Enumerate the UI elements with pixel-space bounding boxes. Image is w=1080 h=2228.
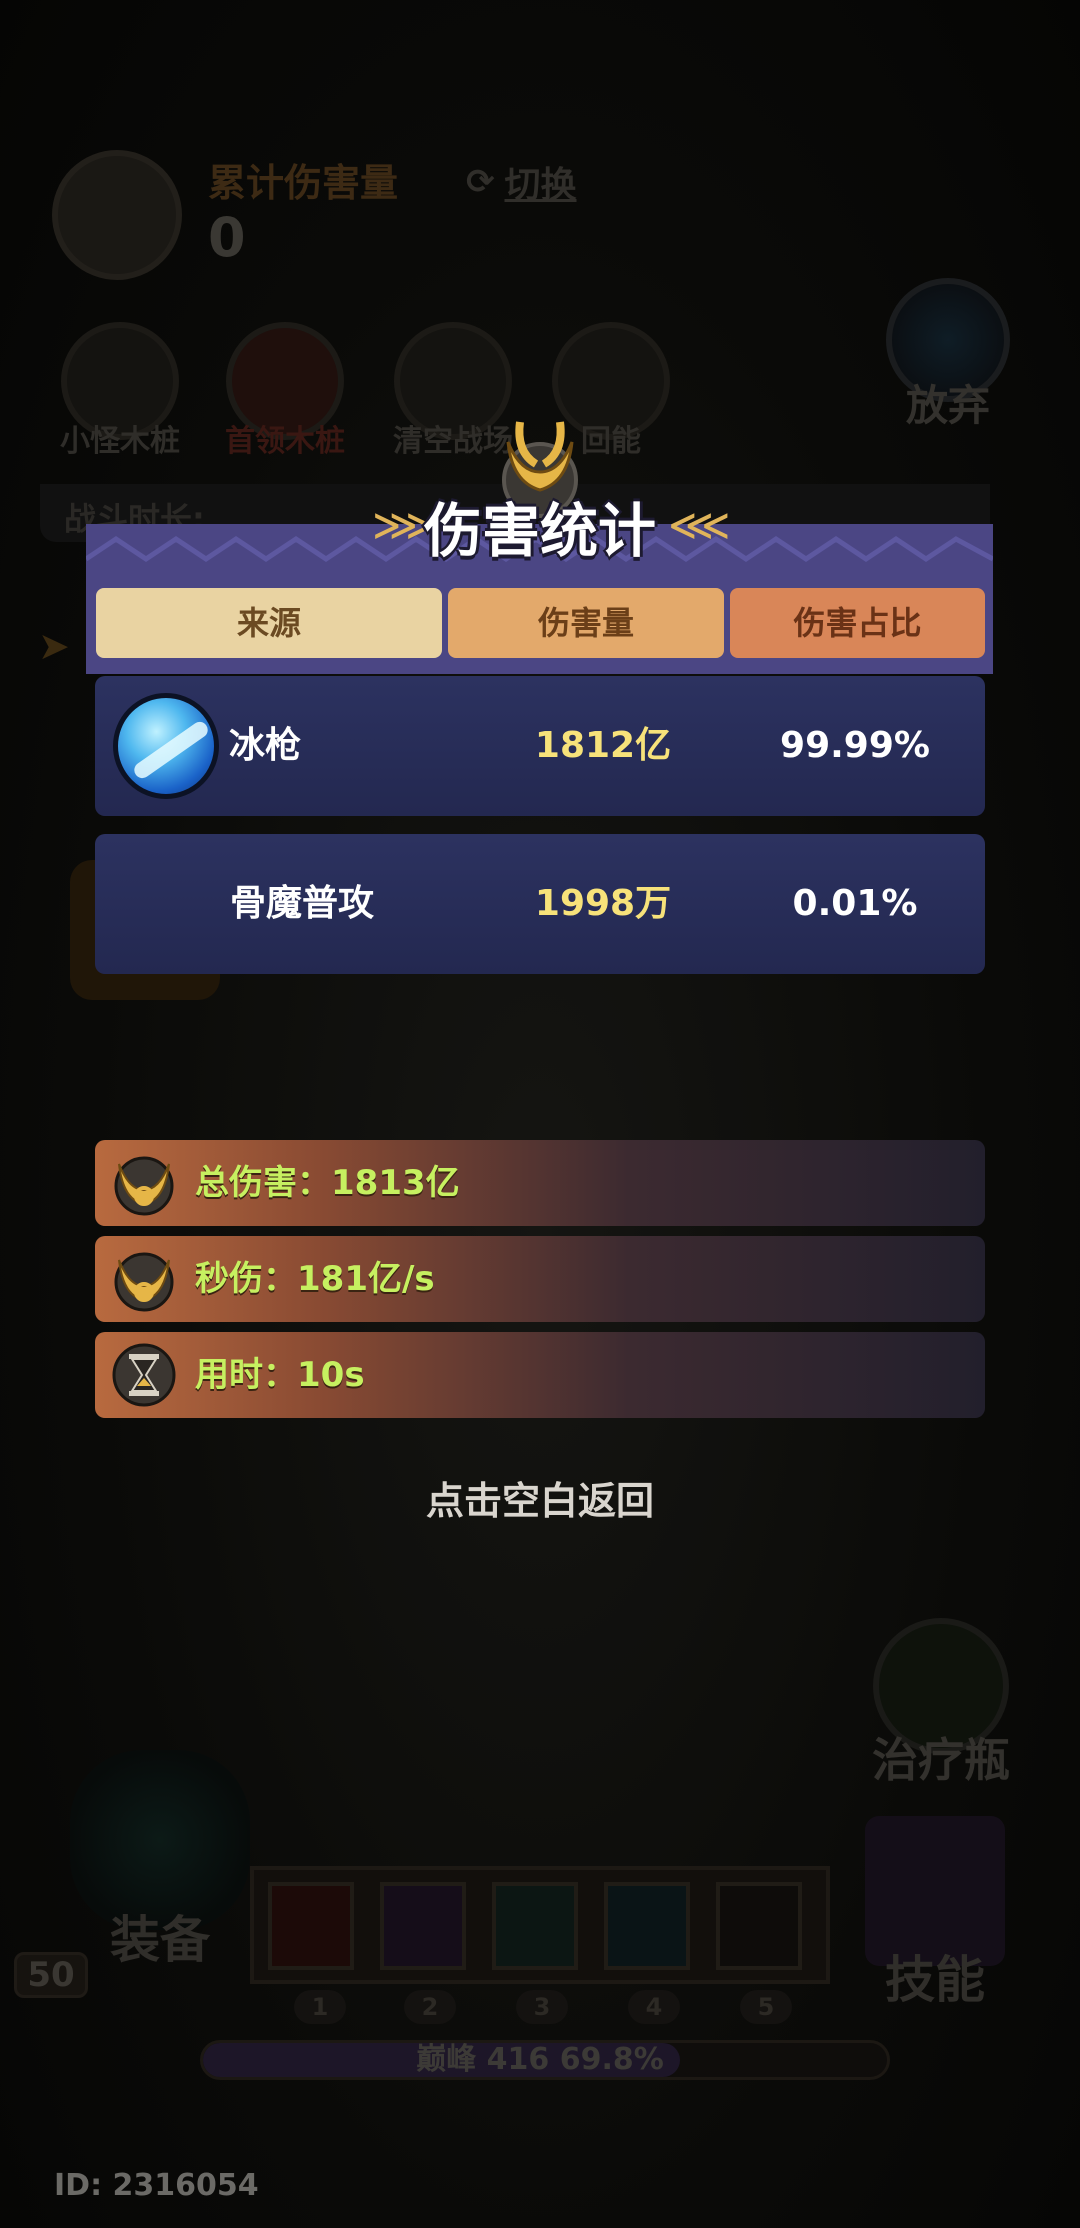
dps-text: 秒伤：181亿/s [195,1259,435,1299]
give-up-button[interactable]: 放弃 [884,278,1012,433]
switch-button[interactable]: ⟳ 切换 [466,156,577,208]
refresh-icon: ⟳ [466,162,495,202]
panel-title: 伤害统计 [423,497,656,565]
slot-number: 4 [628,1990,680,2024]
gold-emblem-icon [114,1252,174,1312]
gold-emblem-icon [114,1156,174,1216]
damage-source-name: 冰枪 [229,725,302,766]
potion-label: 治疗瓶 [872,1733,1010,1787]
stake-minion-label: 小怪木桩 [60,424,180,459]
damage-percent: 99.99% [780,725,930,766]
slot-number: 1 [294,1990,346,2024]
slot-number: 2 [404,1990,456,2024]
ice-spear-icon [113,693,219,799]
column-header-percent: 伤害占比 [730,588,985,658]
total-damage-text: 总伤害：1813亿 [195,1163,460,1203]
wing-right-icon: ⋘ [668,500,731,551]
boss-avatar [52,150,182,280]
give-up-label: 放弃 [905,381,990,430]
slot-number: 5 [740,1990,792,2024]
slot-numbers: 1 2 3 4 5 [270,1990,830,2026]
damage-source-name: 骨魔普攻 [230,883,375,924]
arrow-right-icon: ➤ [38,624,70,668]
stake-boss-button[interactable]: 首领木桩 [220,322,350,460]
skill-slot[interactable] [604,1882,690,1970]
stake-minion-button[interactable]: 小怪木桩 [55,322,185,460]
skill-book-button[interactable]: 技能 [830,1816,1040,2012]
damage-row: 骨魔普攻 1998万 0.01% [95,834,985,974]
dps-bar: 秒伤：181亿/s [95,1236,985,1322]
stake-boss-label: 首领木桩 [225,424,345,459]
time-used-text: 用时：10s [195,1355,365,1395]
total-damage-bar: 总伤害：1813亿 [95,1140,985,1226]
skill-slot-bar [250,1866,830,1984]
damage-row: 冰枪 1812亿 99.99% [95,676,985,816]
cumulative-damage-value: 0 [208,206,246,269]
user-id: ID: 2316054 [54,2168,259,2203]
xp-text: 巅峰 416 69.8% [416,2042,664,2077]
tap-to-return-hint: 点击空白返回 [425,1479,654,1523]
skill-slot[interactable] [492,1882,578,1970]
column-header-source: 来源 [96,588,442,658]
skill-label: 技能 [885,1951,985,2009]
switch-label: 切换 [504,165,577,206]
hourglass-icon [112,1343,176,1407]
skill-slot[interactable] [268,1882,354,1970]
column-header-damage: 伤害量 [448,588,724,658]
skill-slot[interactable] [380,1882,466,1970]
equip-label: 装备 [110,1911,210,1969]
potion-button[interactable]: 治疗瓶 [866,1618,1016,1790]
damage-amount: 1998万 [534,883,672,924]
equip-button[interactable]: 装备 [60,1750,260,1972]
damage-percent: 0.01% [792,883,918,924]
level-badge: 50 [14,1952,88,1998]
cumulative-damage-label: 累计伤害量 [208,161,399,205]
slot-number: 3 [516,1990,568,2024]
time-used-bar: 用时：10s [95,1332,985,1418]
skill-slot[interactable] [716,1882,802,1970]
damage-amount: 1812亿 [534,725,672,766]
